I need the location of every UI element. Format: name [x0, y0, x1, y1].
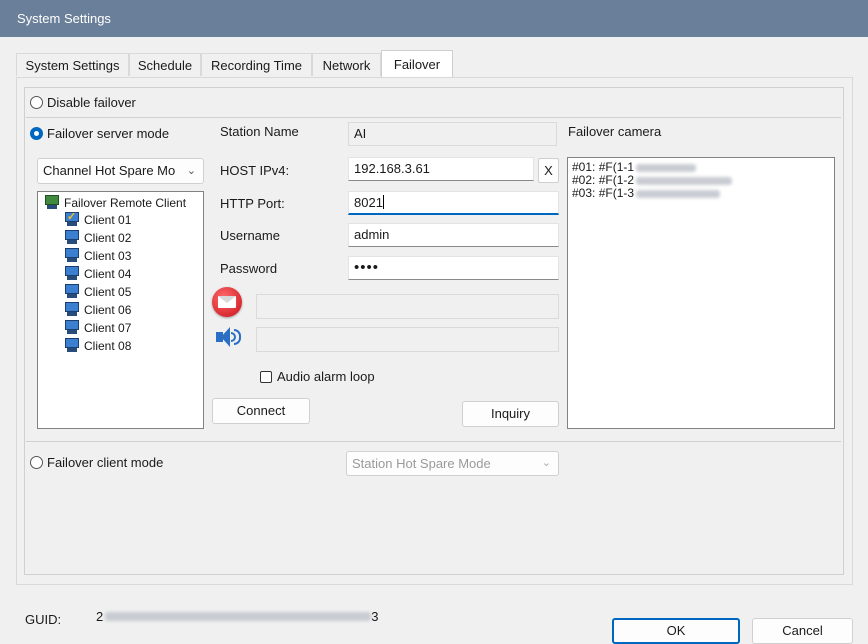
tree-item-label: Client 05	[84, 284, 132, 299]
username-label: Username	[220, 228, 280, 243]
tree-item-client-03[interactable]: Client 03	[64, 248, 131, 263]
client-mode-dropdown: Station Hot Spare Mode ⌄	[346, 451, 559, 476]
guid-prefix: 2	[96, 609, 104, 624]
tree-item-label: Client 01	[84, 212, 132, 227]
tree-root-label: Failover Remote Client	[64, 195, 187, 210]
client-tree[interactable]: Failover Remote Client ✓ Client 01 Clien…	[37, 191, 204, 429]
client-monitor-icon	[64, 248, 80, 263]
radio-indicator	[30, 127, 43, 140]
http-port-value: 8021	[354, 195, 383, 210]
tree-item-label: Client 04	[84, 266, 132, 281]
checkbox-indicator	[260, 370, 272, 383]
password-input[interactable]: ••••	[348, 256, 559, 280]
client-mode-value: Station Hot Spare Mode	[352, 456, 491, 471]
client-monitor-icon	[64, 320, 80, 335]
radio-indicator	[30, 96, 43, 109]
client-mode-label: Failover client mode	[47, 455, 164, 470]
host-ipv4-label: HOST IPv4:	[220, 163, 290, 178]
radio-indicator	[30, 456, 43, 469]
redacted-text	[636, 176, 733, 185]
client-monitor-icon	[64, 302, 80, 317]
spare-mode-value: Channel Hot Spare Mo	[43, 163, 176, 178]
username-input[interactable]: admin	[348, 223, 559, 247]
server-mode-label: Failover server mode	[47, 126, 170, 141]
email-icon[interactable]	[212, 287, 242, 317]
window-title: System Settings	[0, 0, 868, 37]
tab-system-settings[interactable]: System Settings	[16, 53, 129, 76]
tree-item-label: Client 08	[84, 338, 132, 353]
tab-schedule[interactable]: Schedule	[129, 53, 201, 76]
ok-button[interactable]: OK	[612, 618, 740, 644]
client-monitor-icon	[64, 338, 80, 353]
failover-camera-list[interactable]: #01: #F(1-1 #02: #F(1-2 #03: #F(1-3	[567, 157, 835, 429]
tab-failover[interactable]: Failover	[381, 50, 453, 77]
tree-root[interactable]: Failover Remote Client	[44, 195, 186, 210]
tree-item-label: Client 07	[84, 320, 132, 335]
camera-entry: #03: #F(1-3	[572, 186, 635, 200]
host-ipv4-input[interactable]: 192.168.3.61	[348, 157, 534, 181]
list-item[interactable]: #03: #F(1-3	[572, 187, 830, 200]
disable-failover-radio[interactable]: Disable failover	[30, 95, 136, 110]
tree-item-client-07[interactable]: Client 07	[64, 320, 131, 335]
tree-item-client-08[interactable]: Client 08	[64, 338, 131, 353]
guid-value: 2 3	[96, 609, 378, 624]
separator	[26, 441, 841, 442]
guid-suffix: 3	[371, 609, 379, 624]
audio-file-field[interactable]	[256, 327, 559, 352]
client-monitor-icon	[64, 230, 80, 245]
audio-alarm-loop-label: Audio alarm loop	[277, 369, 375, 384]
tab-network[interactable]: Network	[312, 53, 381, 76]
text-caret	[382, 195, 384, 209]
tree-item-label: Client 06	[84, 302, 132, 317]
http-port-input[interactable]: 8021	[348, 191, 559, 215]
tree-item-client-06[interactable]: Client 06	[64, 302, 131, 317]
tree-item-label: Client 03	[84, 248, 132, 263]
separator	[26, 117, 841, 118]
spare-mode-dropdown[interactable]: Channel Hot Spare Mo ⌄	[37, 158, 204, 184]
cancel-button[interactable]: Cancel	[752, 618, 853, 644]
client-mode-radio[interactable]: Failover client mode	[30, 455, 163, 470]
tree-item-label: Client 02	[84, 230, 132, 245]
server-mode-radio[interactable]: Failover server mode	[30, 126, 169, 141]
host-clear-button[interactable]: X	[538, 158, 559, 183]
tree-item-client-02[interactable]: Client 02	[64, 230, 131, 245]
http-port-label: HTTP Port:	[220, 196, 285, 211]
disable-failover-label: Disable failover	[47, 95, 136, 110]
station-name-field: AI	[348, 122, 557, 146]
connect-button[interactable]: Connect	[212, 398, 310, 424]
station-name-label: Station Name	[220, 124, 299, 139]
tree-item-client-01[interactable]: ✓ Client 01	[64, 211, 132, 227]
password-label: Password	[220, 261, 278, 276]
client-monitor-icon: ✓	[64, 211, 80, 227]
tab-recording-time[interactable]: Recording Time	[201, 53, 312, 76]
client-monitor-icon	[64, 266, 80, 281]
speaker-icon[interactable]	[216, 325, 242, 349]
guid-label: GUID:	[25, 612, 62, 627]
tree-item-client-05[interactable]: Client 05	[64, 284, 131, 299]
redacted-text	[636, 163, 697, 172]
inquiry-button[interactable]: Inquiry	[462, 401, 559, 427]
remote-client-icon	[44, 195, 60, 210]
chevron-down-icon: ⌄	[541, 457, 551, 469]
audio-alarm-loop-checkbox[interactable]: Audio alarm loop	[260, 369, 375, 384]
chevron-down-icon: ⌄	[186, 165, 196, 177]
client-monitor-icon	[64, 284, 80, 299]
failover-camera-label: Failover camera	[568, 124, 662, 139]
email-field[interactable]	[256, 294, 559, 319]
redacted-text	[105, 612, 372, 621]
redacted-text	[636, 189, 721, 198]
tree-item-client-04[interactable]: Client 04	[64, 266, 131, 281]
